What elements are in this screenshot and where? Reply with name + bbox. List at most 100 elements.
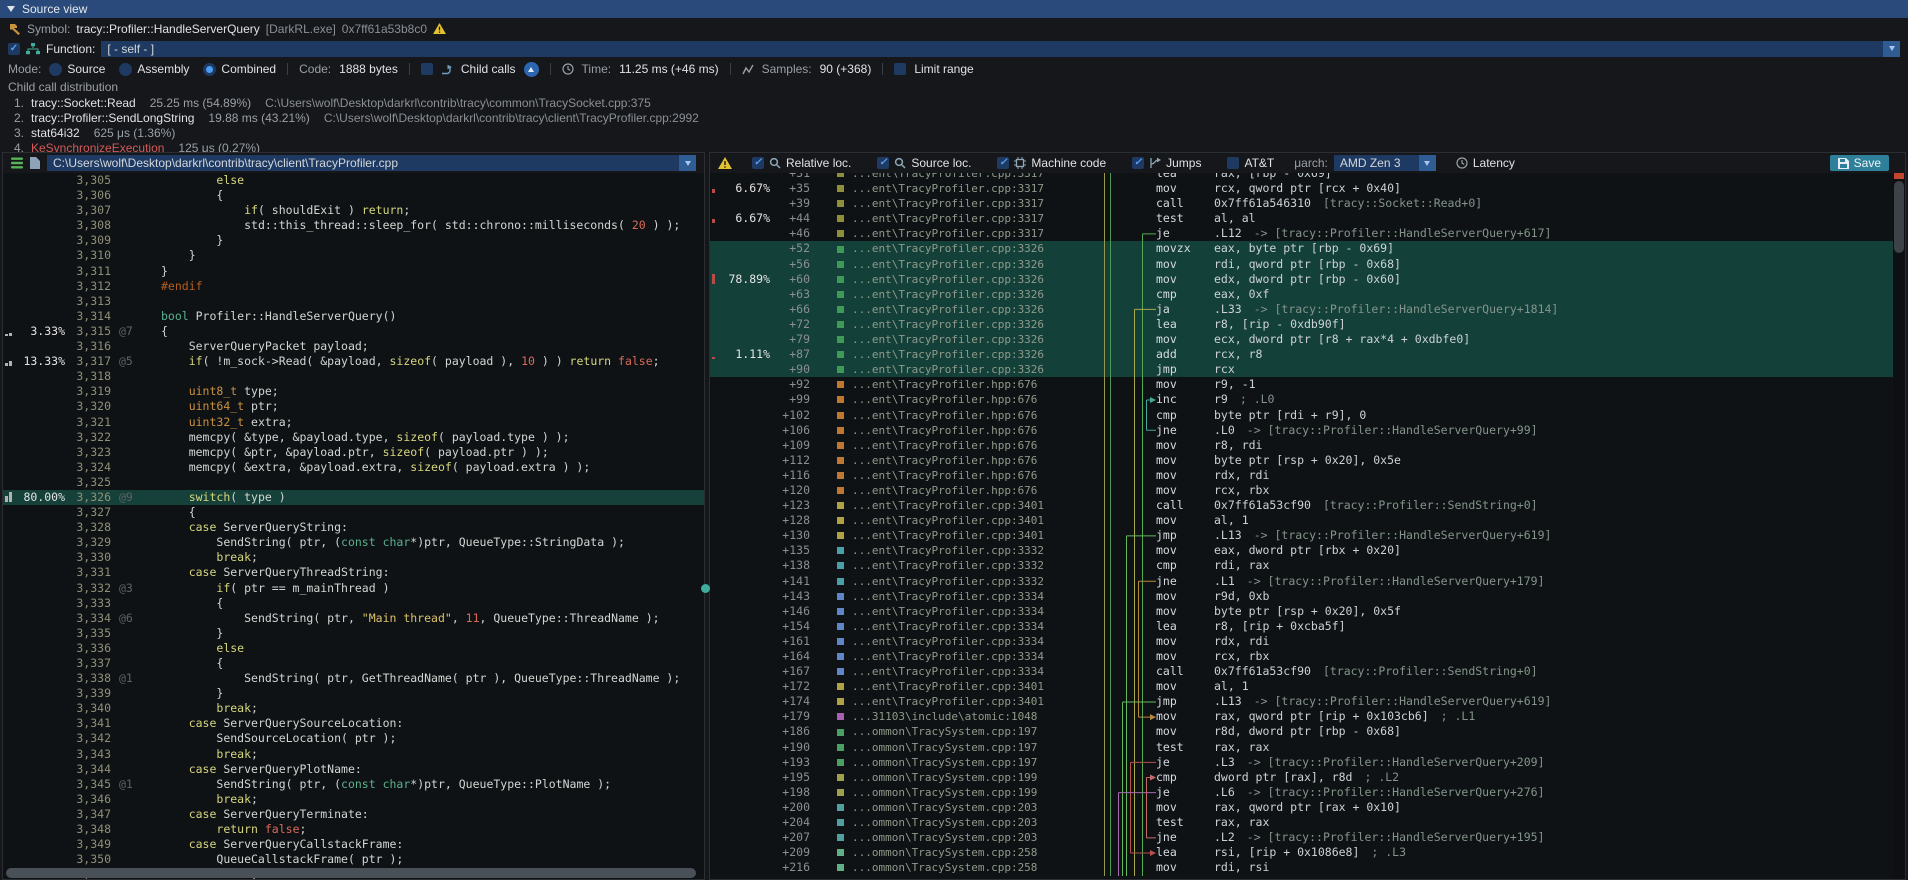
asm-row[interactable]: +46...ent\TracyProfiler.cpp:3317je.L12->… xyxy=(710,226,1893,241)
asm-row[interactable]: 78.89%+60...ent\TracyProfiler.cpp:3326mo… xyxy=(710,272,1893,287)
source-hscrollbar[interactable] xyxy=(5,868,702,878)
source-line[interactable]: 3,318 xyxy=(3,369,704,384)
asm-row[interactable]: +186...ommon\TracySystem.cpp:197movr8d, … xyxy=(710,724,1893,739)
asm-row[interactable]: +164...ent\TracyProfiler.cpp:3334movrcx,… xyxy=(710,649,1893,664)
asm-row[interactable]: +106...ent\TracyProfiler.hpp:676jne.L0->… xyxy=(710,423,1893,438)
source-line[interactable]: 3,334@6 SendString( ptr, "Main thread", … xyxy=(3,611,704,626)
asm-row[interactable]: +128...ent\TracyProfiler.cpp:3401moval, … xyxy=(710,513,1893,528)
asm-row[interactable]: 6.67%+44...ent\TracyProfiler.cpp:3317tes… xyxy=(710,211,1893,226)
splitter-grip[interactable] xyxy=(701,584,710,593)
asm-row[interactable]: +193...ommon\TracySystem.cpp:197je.L3-> … xyxy=(710,755,1893,770)
asm-row[interactable]: +39...ent\TracyProfiler.cpp:3317call0x7f… xyxy=(710,196,1893,211)
source-line[interactable]: 3,346 break; xyxy=(3,792,704,807)
asm-row[interactable]: +138...ent\TracyProfiler.cpp:3332cmprdi,… xyxy=(710,558,1893,573)
asm-row[interactable]: +123...ent\TracyProfiler.cpp:3401call0x7… xyxy=(710,498,1893,513)
chevron-down-icon[interactable] xyxy=(1419,155,1436,171)
source-line[interactable]: 3,336 else xyxy=(3,641,704,656)
asm-row[interactable]: +200...ommon\TracySystem.cpp:203movrax, … xyxy=(710,800,1893,815)
asm-row[interactable]: +102...ent\TracyProfiler.hpp:676cmpbyte … xyxy=(710,408,1893,423)
asm-row[interactable]: +143...ent\TracyProfiler.cpp:3334movr9d,… xyxy=(710,589,1893,604)
source-line[interactable]: 3,306 { xyxy=(3,188,704,203)
asm-row[interactable]: +209...ommon\TracySystem.cpp:258learsi, … xyxy=(710,845,1893,860)
uarch-combo[interactable]: AMD Zen 3 xyxy=(1334,155,1436,171)
mode-radio-combined[interactable]: Combined xyxy=(203,62,276,76)
source-line[interactable]: 3,333 { xyxy=(3,596,704,611)
asm-row[interactable]: +161...ent\TracyProfiler.cpp:3334movrdx,… xyxy=(710,634,1893,649)
source-line[interactable]: 3,344 case ServerQueryPlotName: xyxy=(3,762,704,777)
option-source-loc[interactable]: Source loc. xyxy=(877,156,971,170)
asm-row[interactable]: +120...ent\TracyProfiler.hpp:676movrcx, … xyxy=(710,483,1893,498)
source-line[interactable]: 3,329 SendString( ptr, (const char*)ptr,… xyxy=(3,535,704,550)
source-line[interactable]: 3,341 case ServerQuerySourceLocation: xyxy=(3,716,704,731)
asm-row[interactable]: +135...ent\TracyProfiler.cpp:3332moveax,… xyxy=(710,543,1893,558)
collapse-icon[interactable] xyxy=(7,6,15,12)
source-line[interactable]: 3,348 return false; xyxy=(3,822,704,837)
asm-row[interactable]: +31...ent\TracyProfiler.cpp:3317learax, … xyxy=(710,173,1893,181)
source-line[interactable]: 3,321 uint32_t extra; xyxy=(3,415,704,430)
asm-row[interactable]: +146...ent\TracyProfiler.cpp:3334movbyte… xyxy=(710,604,1893,619)
source-line[interactable]: 3.33%3,315@7{ xyxy=(3,324,704,339)
asm-row[interactable]: +198...ommon\TracySystem.cpp:199je.L6-> … xyxy=(710,785,1893,800)
asm-row[interactable]: +63...ent\TracyProfiler.cpp:3326cmpeax, … xyxy=(710,287,1893,302)
source-line[interactable]: 3,337 { xyxy=(3,656,704,671)
limit-range-checkbox[interactable] xyxy=(894,63,906,75)
hscroll-thumb[interactable] xyxy=(6,868,696,878)
source-line[interactable]: 3,310 } xyxy=(3,248,704,263)
source-line[interactable]: 3,343 break; xyxy=(3,747,704,762)
child-call-item[interactable]: 4.KeSynchronizeExecution125 μs (0.27%) xyxy=(2,140,1906,152)
asm-row[interactable]: +99...ent\TracyProfiler.hpp:676incr9; .L… xyxy=(710,392,1893,407)
vscroll-thumb[interactable] xyxy=(1894,181,1904,253)
file-icon[interactable] xyxy=(30,157,40,169)
source-line[interactable]: 3,308 std::this_thread::sleep_for( std::… xyxy=(3,218,704,233)
asm-row[interactable]: +56...ent\TracyProfiler.cpp:3326movrdi, … xyxy=(710,257,1893,272)
asm-row[interactable]: +72...ent\TracyProfiler.cpp:3326lear8, [… xyxy=(710,317,1893,332)
asm-row[interactable]: +207...ommon\TracySystem.cpp:203jne.L2->… xyxy=(710,830,1893,845)
checkbox-machine-code[interactable] xyxy=(997,157,1009,169)
asm-row[interactable]: +112...ent\TracyProfiler.hpp:676movbyte … xyxy=(710,453,1893,468)
checkbox-relative-loc[interactable] xyxy=(752,157,764,169)
checkbox-jumps[interactable] xyxy=(1132,157,1144,169)
asm-row[interactable]: 6.67%+35...ent\TracyProfiler.cpp:3317mov… xyxy=(710,181,1893,196)
asm-row[interactable]: +116...ent\TracyProfiler.hpp:676movrdx, … xyxy=(710,468,1893,483)
mode-radio-source[interactable]: Source xyxy=(49,62,105,76)
source-line[interactable]: 3,345@1 SendString( ptr, (const char*)pt… xyxy=(3,777,704,792)
save-button[interactable]: Save xyxy=(1830,155,1889,171)
asm-vscrollbar[interactable] xyxy=(1893,173,1905,879)
source-line[interactable]: 3,328 case ServerQueryString: xyxy=(3,520,704,535)
asm-row[interactable]: +204...ommon\TracySystem.cpp:203testrax,… xyxy=(710,815,1893,830)
asm-row[interactable]: +167...ent\TracyProfiler.cpp:3334call0x7… xyxy=(710,664,1893,679)
source-line[interactable]: 3,307 if( shouldExit ) return; xyxy=(3,203,704,218)
source-line[interactable]: 3,340 break; xyxy=(3,701,704,716)
checkbox-source-loc[interactable] xyxy=(877,157,889,169)
child-call-item[interactable]: 3.stat64i32625 μs (1.36%) xyxy=(2,125,1906,140)
asm-row[interactable]: +109...ent\TracyProfiler.hpp:676movr8, r… xyxy=(710,438,1893,453)
asm-row[interactable]: +179...31103\include\atomic:1048movrax, … xyxy=(710,709,1893,724)
asm-row[interactable]: +195...ommon\TracySystem.cpp:199cmpdword… xyxy=(710,770,1893,785)
source-line[interactable]: 3,324 memcpy( &extra, &payload.extra, si… xyxy=(3,460,704,475)
mode-radio-assembly[interactable]: Assembly xyxy=(119,62,189,76)
source-line[interactable]: 3,313 xyxy=(3,294,704,309)
source-line[interactable]: 3,316 ServerQueryPacket payload; xyxy=(3,339,704,354)
source-line[interactable]: 13.33%3,317@5 if( !m_sock->Read( &payloa… xyxy=(3,354,704,369)
asm-row[interactable]: +66...ent\TracyProfiler.cpp:3326ja.L33->… xyxy=(710,302,1893,317)
source-line[interactable]: 3,330 break; xyxy=(3,550,704,565)
asm-row[interactable]: +141...ent\TracyProfiler.cpp:3332jne.L1-… xyxy=(710,574,1893,589)
child-calls-direction-button[interactable] xyxy=(524,62,539,77)
option-machine-code[interactable]: Machine code xyxy=(997,156,1106,170)
asm-row[interactable]: +216...ommon\TracySystem.cpp:258movrdi, … xyxy=(710,860,1893,875)
source-line[interactable]: 3,332@3 if( ptr == m_mainThread ) xyxy=(3,581,704,596)
source-line[interactable]: 3,331 case ServerQueryThreadString: xyxy=(3,565,704,580)
latency-toggle[interactable]: Latency xyxy=(1456,156,1515,170)
child-call-item[interactable]: 1.tracy::Socket::Read25.25 ms (54.89%)C:… xyxy=(2,95,1906,110)
source-files-icon[interactable] xyxy=(11,157,23,169)
source-line[interactable]: 3,314bool Profiler::HandleServerQuery() xyxy=(3,309,704,324)
chevron-down-icon[interactable] xyxy=(679,155,696,171)
asm-row[interactable]: +130...ent\TracyProfiler.cpp:3401jmp.L13… xyxy=(710,528,1893,543)
function-checkbox[interactable] xyxy=(8,43,20,55)
source-line[interactable]: 3,327 { xyxy=(3,505,704,520)
asm-row[interactable]: +90...ent\TracyProfiler.cpp:3326jmprcx xyxy=(710,362,1893,377)
source-line[interactable]: 3,309 } xyxy=(3,233,704,248)
source-line[interactable]: 3,319 uint8_t type; xyxy=(3,384,704,399)
option-jumps[interactable]: Jumps xyxy=(1132,156,1201,170)
source-line[interactable]: 3,323 memcpy( &ptr, &payload.ptr, sizeof… xyxy=(3,445,704,460)
